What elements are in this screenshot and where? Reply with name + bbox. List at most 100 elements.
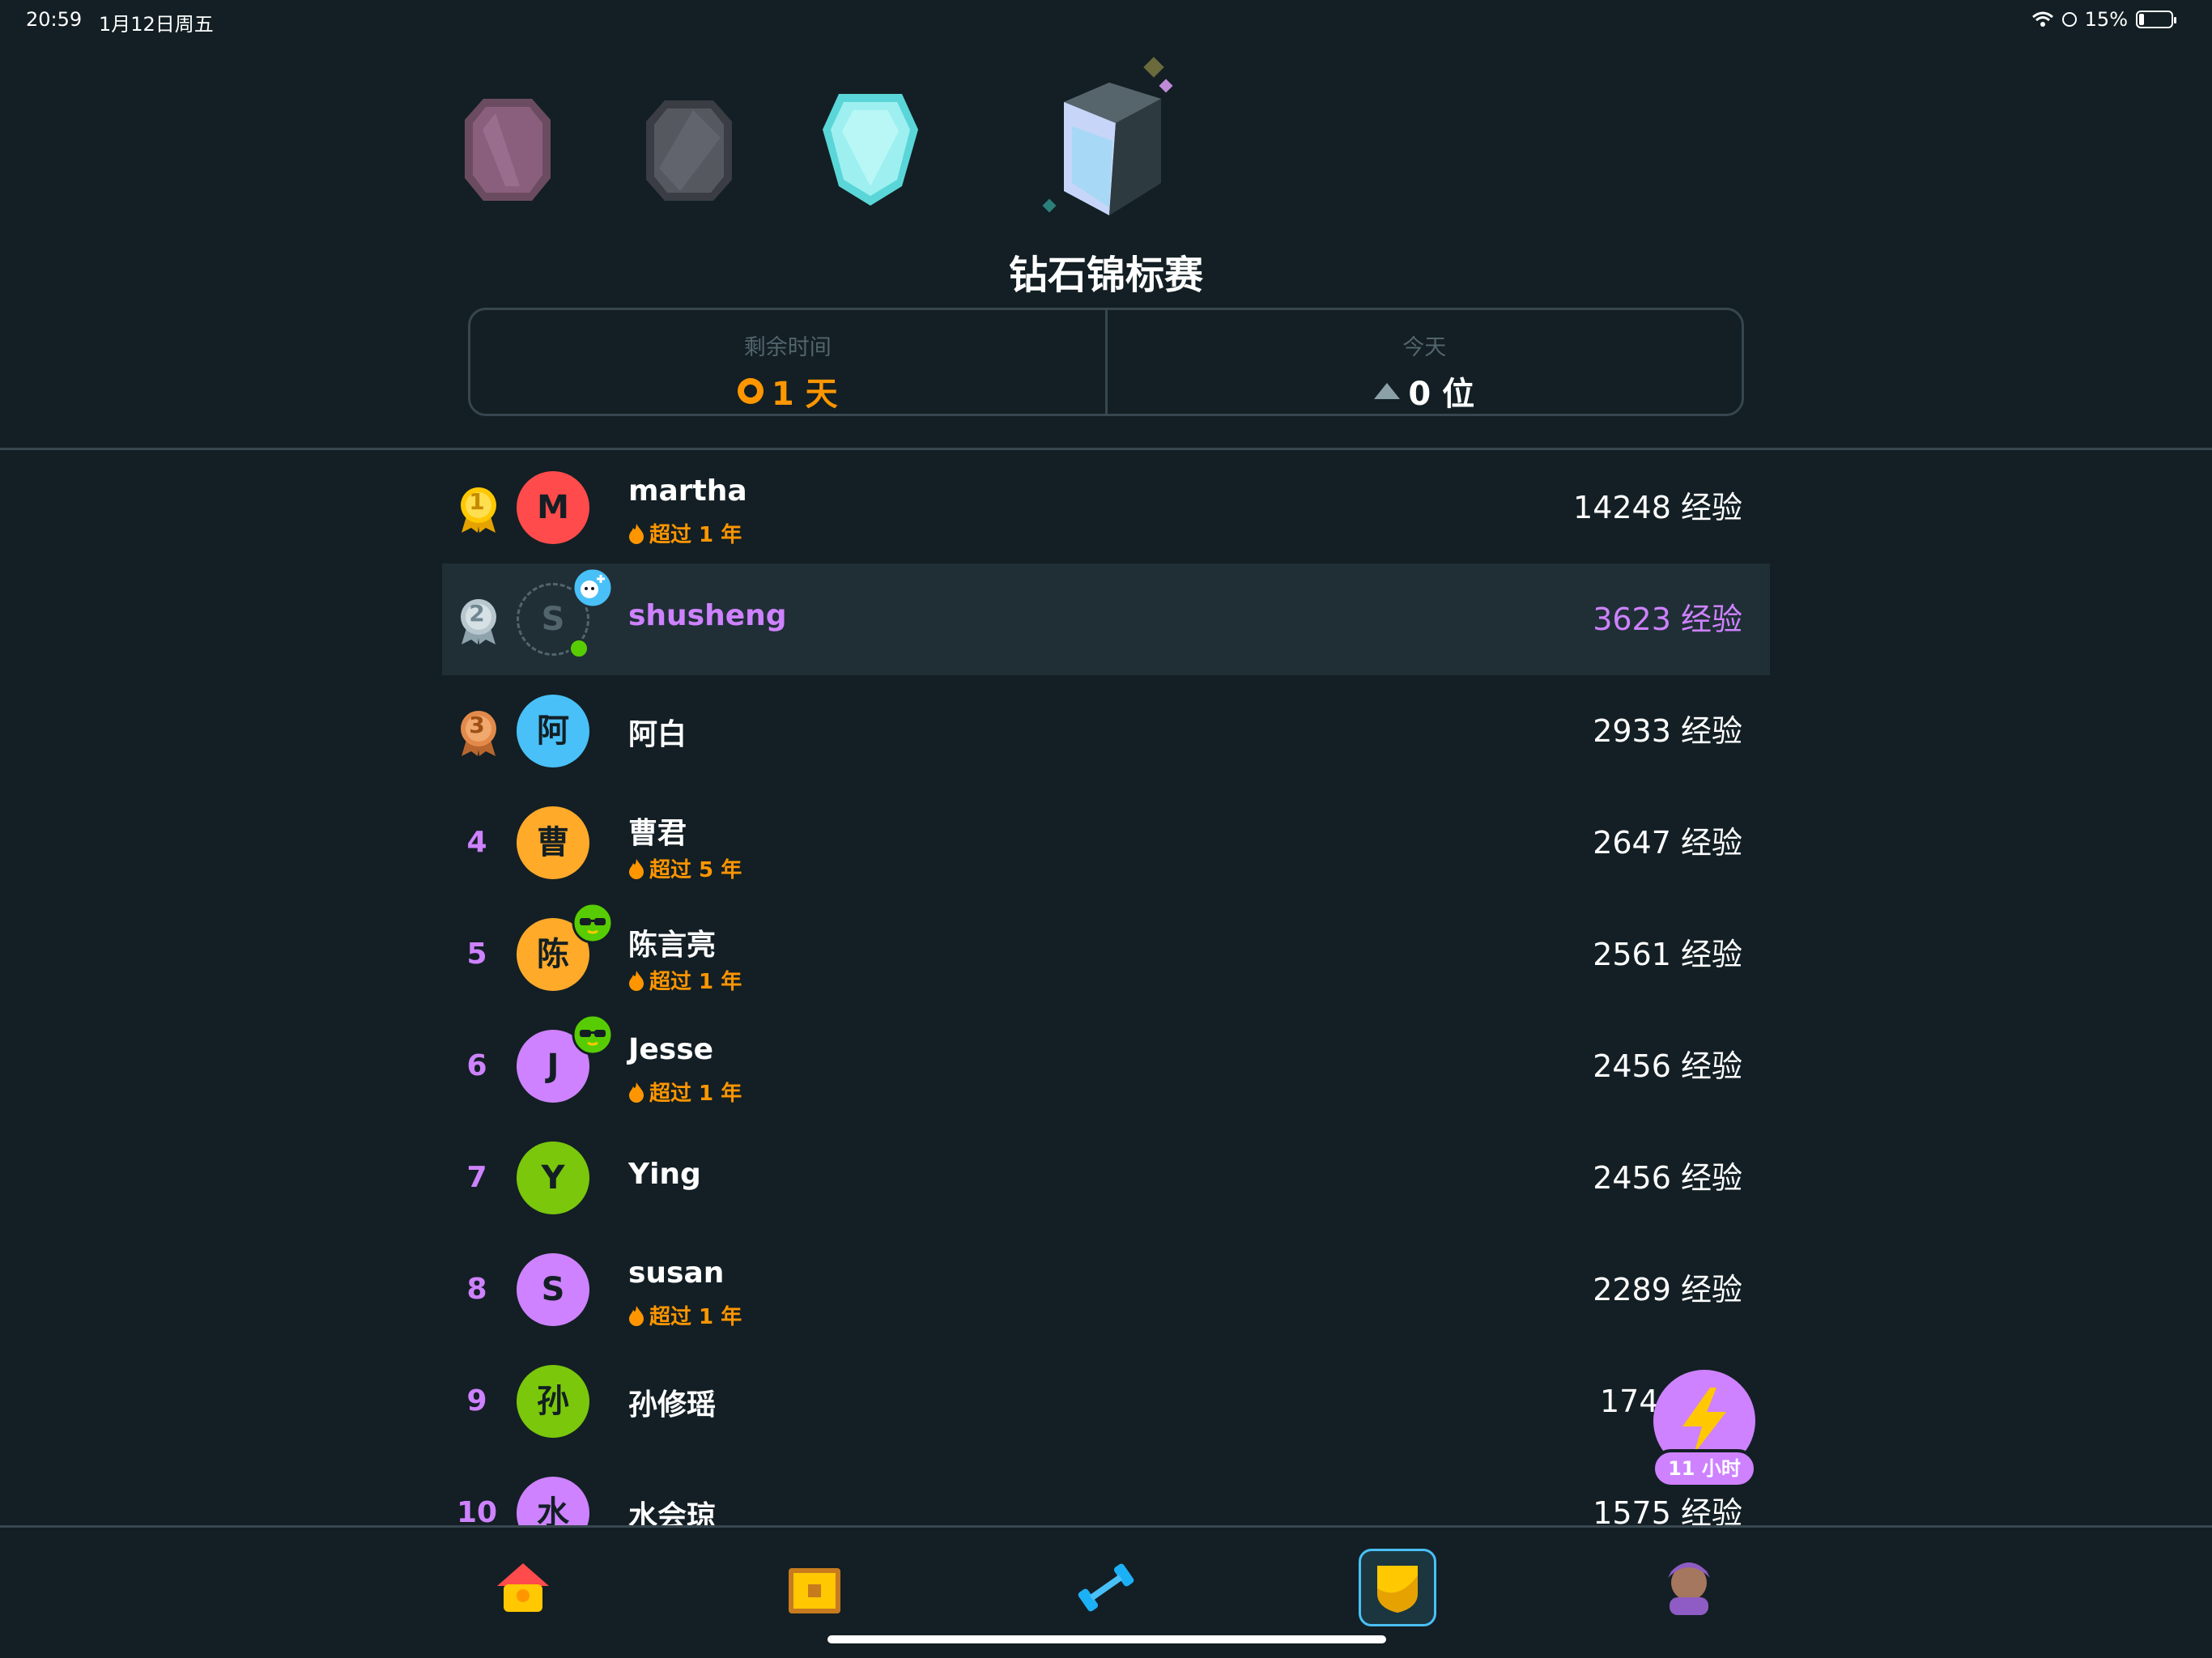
flame-icon: [629, 970, 644, 991]
avatar[interactable]: M: [517, 471, 589, 544]
user-name[interactable]: martha: [628, 474, 747, 508]
xp-value: 3623 经验: [1593, 602, 1742, 637]
avatar[interactable]: S: [517, 1253, 589, 1326]
streak-text: 超过 1 年: [649, 1082, 742, 1106]
rank-number: 10: [456, 1496, 498, 1525]
user-name[interactable]: Jesse: [628, 1033, 713, 1066]
user-name[interactable]: 阿白: [628, 711, 687, 753]
time-left-label: 剩余时间: [743, 335, 832, 360]
flame-icon: [629, 858, 644, 879]
streak-text: 超过 1 年: [649, 523, 742, 547]
leaderboard-row[interactable]: 8 S susan 超过 1 年 2289 经验: [442, 1234, 1770, 1346]
tab-profile[interactable]: [1650, 1549, 1728, 1626]
status-bar: 20:59 1月12日周五 15%: [0, 0, 2212, 39]
flame-icon: [629, 1305, 644, 1326]
sunglasses-duo-badge-icon: [572, 902, 614, 944]
battery-percent: 15%: [2084, 8, 2128, 31]
home-indicator[interactable]: [827, 1635, 1386, 1643]
avatar[interactable]: 曹: [517, 806, 589, 879]
locked-league-chest-icon: [1042, 57, 1173, 215]
tab-practice[interactable]: [1067, 1549, 1145, 1626]
xp-value: 2561 经验: [1593, 937, 1742, 972]
header-divider: [0, 448, 2212, 450]
tab-treasure[interactable]: [776, 1549, 853, 1626]
xp-boost-button[interactable]: 11 小时: [1652, 1370, 1757, 1499]
rank-number: 8: [466, 1273, 487, 1306]
rank-up-icon: [1374, 383, 1401, 399]
leaderboard-row[interactable]: 5 陈 陈言亮 超过 1 年 2561 经验: [442, 899, 1770, 1010]
streak-text: 超过 1 年: [649, 970, 742, 994]
tab-home[interactable]: [484, 1549, 562, 1626]
xp-value: 2456 经验: [1593, 1160, 1742, 1196]
leaderboard-row-current-user[interactable]: 2 S shusheng 3623 经验: [442, 563, 1770, 675]
status-date: 1月12日周五: [99, 13, 214, 36]
rank-number: 6: [466, 1049, 487, 1082]
profile-avatar-icon: [1668, 1562, 1710, 1615]
rank-number: 5: [466, 937, 487, 971]
avatar[interactable]: 水: [517, 1477, 589, 1525]
obsidian-league-gem-icon: [646, 100, 732, 201]
xp-value: 2456 经验: [1593, 1048, 1742, 1084]
streak-label: 超过 1 年: [628, 965, 742, 995]
ruby-league-gem-icon: [465, 99, 551, 201]
clock-icon: [737, 378, 764, 404]
rank-number: 2: [469, 600, 485, 627]
rank-number: 3: [469, 712, 485, 738]
league-stats-panel: 剩余时间 1 天 今天 0 位: [468, 308, 1744, 416]
diamond-league-gem-icon: [823, 94, 918, 206]
rank-number: 9: [466, 1384, 487, 1418]
user-name[interactable]: 陈言亮: [628, 921, 716, 963]
lock-rotation-icon: [2061, 12, 2077, 27]
today-rank-stat: 今天 0 位: [1104, 310, 1742, 414]
league-shield-icon: [1377, 1566, 1418, 1613]
home-icon: [497, 1563, 549, 1612]
user-name[interactable]: susan: [628, 1256, 724, 1290]
league-title: 钻石锦标赛: [1008, 253, 1203, 298]
leaderboard-row[interactable]: 6 J Jesse 超过 1 年 2456 经验: [442, 1010, 1770, 1122]
xp-value: 14248 经验: [1573, 490, 1742, 525]
leaderboard-row[interactable]: 7 Y Ying 2456 经验: [442, 1122, 1770, 1234]
wifi-icon: [2031, 11, 2053, 27]
streak-text: 超过 5 年: [649, 858, 742, 882]
tab-leaderboard[interactable]: [1359, 1549, 1436, 1626]
time-left-row: 1 天: [470, 368, 1105, 414]
boost-timer[interactable]: 11 小时: [1652, 1449, 1757, 1488]
rank-number: 1: [469, 488, 485, 515]
leaderboard-row[interactable]: 9 孙 孙修瑶 174: [442, 1346, 1770, 1457]
rank-number: 7: [466, 1161, 487, 1194]
user-name[interactable]: 水会琼: [628, 1493, 716, 1525]
leaderboard-row[interactable]: 3 阿 阿白 2933 经验: [442, 675, 1770, 787]
leaderboard-row[interactable]: 4 曹 曹君 超过 5 年 2647 经验: [442, 787, 1770, 899]
flame-icon: [629, 523, 644, 544]
leaderboard-row[interactable]: 1 M martha 超过 1 年 14248 经验: [442, 452, 1770, 563]
today-rank-value: 0 位: [1408, 376, 1475, 413]
user-name[interactable]: shusheng: [628, 599, 787, 632]
today-label: 今天: [1402, 335, 1447, 360]
user-name[interactable]: 曹君: [628, 810, 687, 852]
avatar[interactable]: Y: [517, 1141, 589, 1214]
streak-label: 超过 1 年: [628, 518, 742, 548]
avatar[interactable]: 阿: [517, 695, 589, 767]
user-name[interactable]: Ying: [628, 1158, 701, 1191]
xp-value: 2933 经验: [1593, 713, 1742, 749]
online-status-dot: [568, 638, 589, 659]
leaderboard-row[interactable]: 10 水 水会琼 1575 经验: [442, 1457, 1770, 1525]
status-time: 20:59: [26, 8, 83, 31]
today-rank-row: 0 位: [1108, 368, 1742, 414]
dumbbell-icon: [1078, 1563, 1134, 1612]
streak-text: 超过 1 年: [649, 1305, 742, 1329]
rank-number: 4: [466, 826, 487, 859]
user-name[interactable]: 孙修瑶: [628, 1381, 716, 1423]
streak-label: 超过 1 年: [628, 1300, 742, 1330]
sunglasses-duo-badge-icon: [572, 1014, 614, 1056]
battery-icon: [2136, 11, 2176, 28]
treasure-chest-icon: [789, 1568, 840, 1613]
avatar[interactable]: 孙: [517, 1365, 589, 1438]
time-left-value: 1 天: [771, 376, 838, 413]
xp-value: 2289 经验: [1593, 1272, 1742, 1307]
streak-label: 超过 1 年: [628, 1077, 742, 1107]
add-friend-badge-icon[interactable]: [572, 567, 614, 609]
time-left-stat: 剩余时间 1 天: [470, 310, 1105, 414]
xp-value: 2647 经验: [1593, 825, 1742, 861]
leaderboard-list[interactable]: 1 M martha 超过 1 年 14248 经验 2 S shusheng …: [442, 452, 1770, 1525]
